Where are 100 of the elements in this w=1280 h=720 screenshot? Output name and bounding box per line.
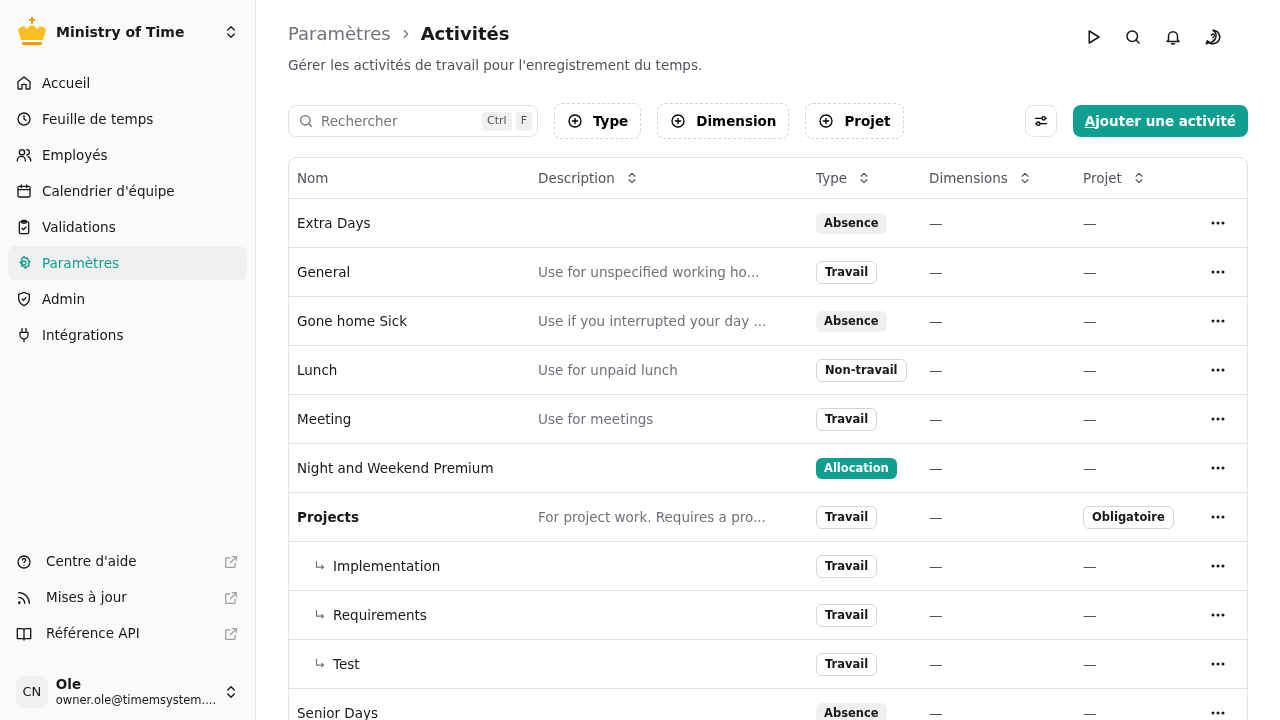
dimensions-value: — (929, 705, 943, 720)
type-tag: Absence (816, 703, 887, 720)
sidebar-item[interactable]: Validations (8, 210, 247, 244)
activity-name: Gone home Sick (297, 313, 407, 330)
more-options-icon[interactable] (1211, 319, 1225, 324)
project-value: — (1083, 705, 1097, 720)
activity-description: Use for unspecified working ho... (538, 264, 760, 281)
type-tag: Travail (816, 603, 878, 627)
external-link-icon (223, 589, 239, 606)
sidebar-item[interactable]: Employés (8, 138, 247, 172)
type-tag: Non-travail (816, 358, 907, 382)
type-tag: Allocation (816, 458, 897, 480)
type-tag: Absence (816, 213, 887, 235)
dimensions-value: — (929, 215, 943, 232)
plus-circle-icon (818, 113, 835, 130)
home-icon (16, 75, 32, 91)
shield-check-icon (16, 291, 32, 307)
column-header: Nom (297, 169, 329, 189)
calendar-icon (16, 183, 32, 199)
plus-circle-icon (670, 113, 687, 130)
more-options-icon[interactable] (1211, 221, 1225, 226)
type-tag: Absence (816, 311, 887, 333)
breadcrumb-link[interactable]: Paramètres (288, 20, 391, 47)
type-tag: Travail (816, 260, 878, 284)
sidebar-link[interactable]: Mises à jour (8, 579, 247, 616)
filter-button[interactable]: Type (554, 103, 642, 140)
more-options-icon[interactable] (1211, 466, 1225, 471)
sidebar-item[interactable]: Calendrier d'équipe (8, 174, 247, 208)
sidebar-item[interactable]: Accueil (8, 66, 247, 100)
page-subtitle: Gérer les activités de travail pour l'enregistrement du temps. (288, 56, 703, 75)
dimensions-value: — (929, 362, 943, 379)
filter-button[interactable]: Dimension (657, 103, 790, 140)
page-title: Activités (420, 22, 510, 46)
column-header[interactable]: Projet (1083, 168, 1122, 189)
more-options-icon[interactable] (1211, 564, 1225, 569)
project-value: — (1083, 656, 1097, 673)
activity-name: General (297, 264, 351, 281)
search-icon[interactable] (1124, 28, 1142, 46)
sidebar-item[interactable]: Feuille de temps (8, 102, 247, 136)
activity-description: Use if you interrupted your day ... (538, 313, 767, 330)
type-tag: Travail (816, 505, 878, 529)
view-settings-button[interactable] (1024, 105, 1057, 138)
more-options-icon[interactable] (1211, 368, 1225, 373)
help-icon (16, 553, 32, 570)
filter-button[interactable]: Projet (805, 103, 904, 140)
shortcut-key: Ctrl (482, 112, 512, 131)
type-tag: Travail (816, 407, 878, 431)
activity-name: Meeting (297, 411, 352, 428)
column-header[interactable]: Dimensions (929, 168, 1008, 189)
plus-circle-icon (567, 113, 583, 130)
more-options-icon[interactable] (1211, 613, 1225, 618)
organization-name: Ministry of Time (56, 22, 185, 42)
project-value: — (1083, 215, 1097, 232)
users-icon (16, 147, 32, 163)
clipboard-check-icon (16, 219, 32, 235)
bell-icon[interactable] (1164, 28, 1182, 46)
activity-name: Night and Weekend Premium (297, 460, 494, 477)
user-avatar: CN (16, 675, 48, 708)
activity-name: Projects (297, 509, 360, 526)
settings-icon (16, 255, 32, 271)
column-header[interactable]: Type (816, 168, 847, 189)
sidebar-item[interactable]: Intégrations (8, 318, 247, 352)
project-value: — (1083, 607, 1097, 624)
external-link-icon (223, 553, 239, 570)
activity-name: Requirements (333, 606, 427, 626)
dimensions-value: — (929, 656, 943, 673)
sidebar-link[interactable]: Référence API (8, 615, 247, 652)
activity-description: Use for unpaid lunch (538, 362, 678, 379)
sidebar-item[interactable]: Admin (8, 282, 247, 316)
plug-icon (16, 327, 32, 343)
clock-icon (16, 111, 32, 127)
dimensions-value: — (929, 607, 943, 624)
project-value: — (1083, 362, 1097, 379)
more-options-icon[interactable] (1211, 270, 1225, 275)
activity-description: Use for meetings (538, 411, 654, 428)
more-options-icon[interactable] (1211, 417, 1225, 422)
rss-icon (16, 589, 32, 606)
dimensions-value: — (929, 460, 943, 477)
project-value: — (1083, 264, 1097, 281)
activity-name: Test (333, 655, 360, 675)
activity-name: Lunch (297, 362, 338, 379)
more-options-icon[interactable] (1211, 515, 1225, 520)
book-icon (16, 625, 32, 642)
project-value: — (1083, 313, 1097, 330)
crown-logo (16, 16, 48, 48)
more-options-icon[interactable] (1211, 662, 1225, 667)
project-tag: Obligatoire (1083, 505, 1174, 529)
external-link-icon (223, 625, 239, 642)
activity-name: Implementation (333, 557, 441, 577)
dimensions-value: — (929, 411, 943, 428)
column-header[interactable]: Description (538, 168, 615, 189)
project-value: — (1083, 460, 1097, 477)
dimensions-value: — (929, 509, 943, 526)
type-tag: Travail (816, 554, 878, 578)
more-options-icon[interactable] (1211, 711, 1225, 716)
sidebar-link[interactable]: Centre d'aide (8, 543, 247, 580)
project-value: — (1083, 411, 1097, 428)
user-email: owner.ole@timemsystem.... (55, 693, 215, 708)
dimensions-value: — (929, 558, 943, 575)
dimensions-value: — (929, 264, 943, 281)
